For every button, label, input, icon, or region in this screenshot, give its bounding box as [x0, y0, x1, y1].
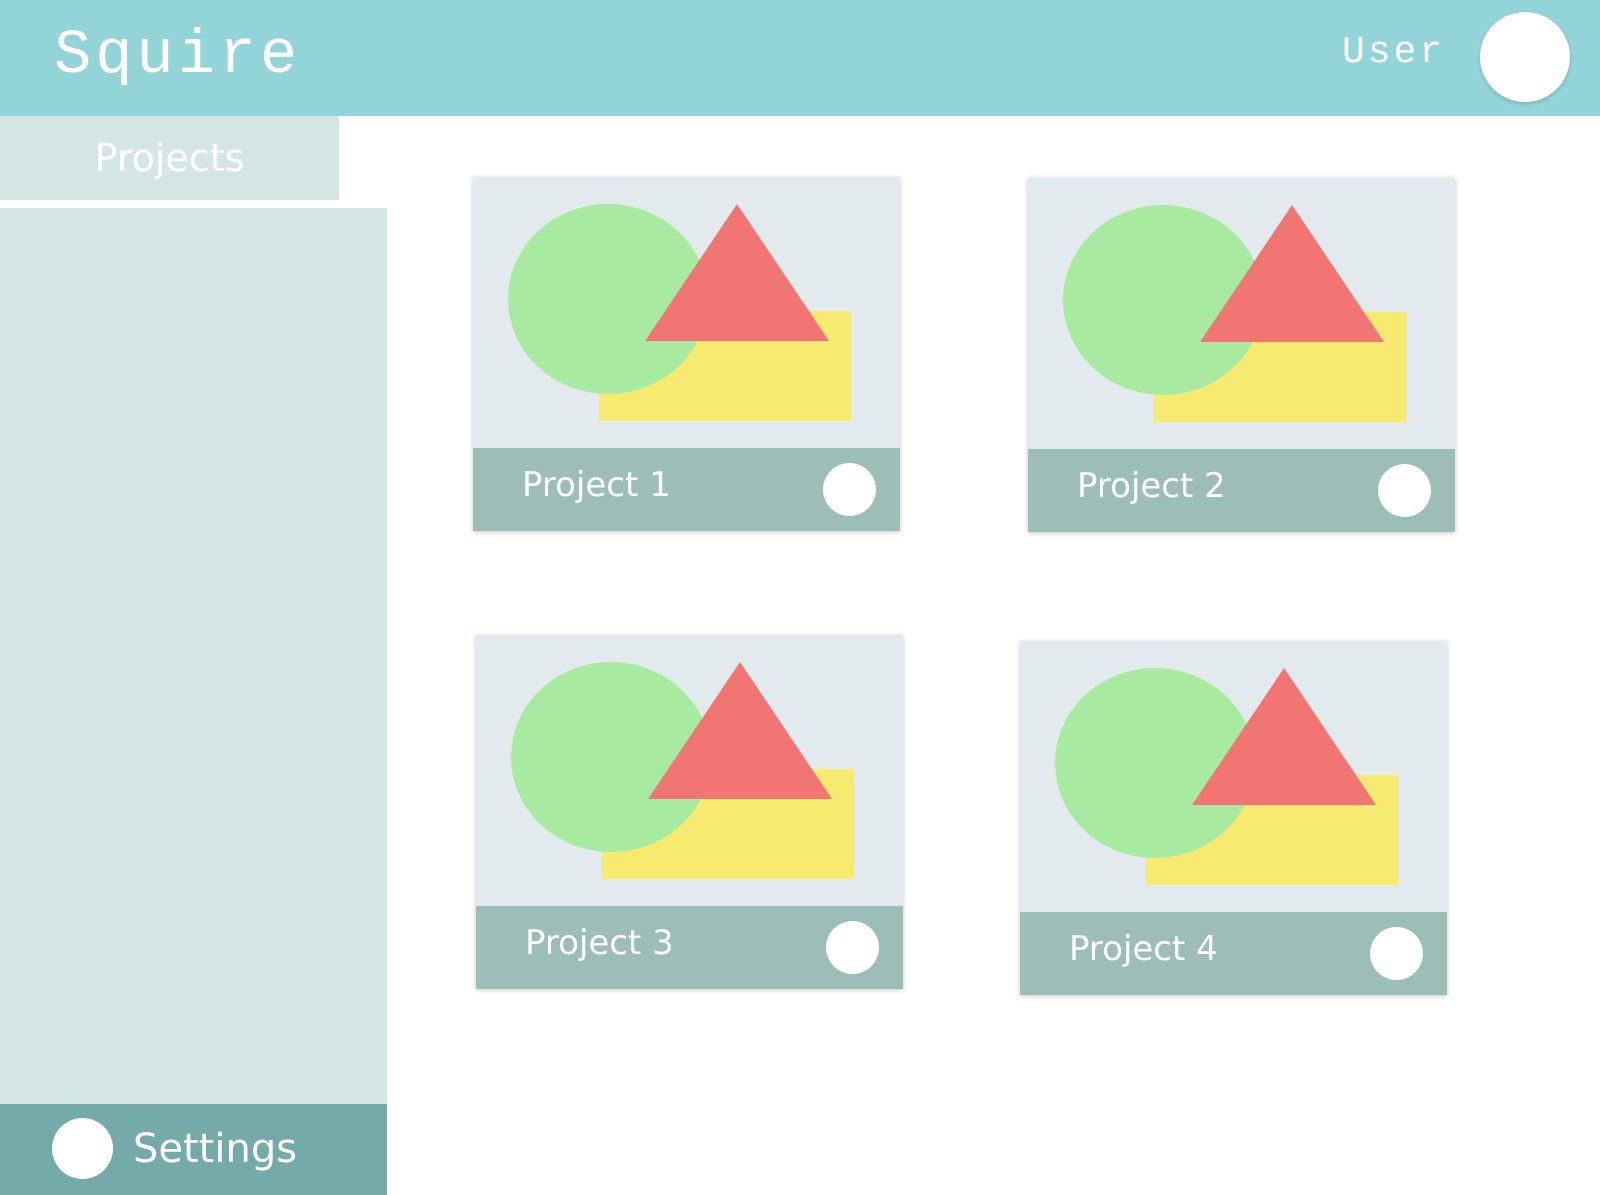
project-card-4[interactable]: Project 4 [1020, 641, 1447, 995]
sidebar-tab-projects[interactable]: Projects [0, 116, 339, 204]
card-menu-icon[interactable] [1370, 927, 1423, 980]
app-header: Squire User [0, 0, 1600, 116]
project-card-label: Project 4 [1069, 929, 1218, 969]
project-card-1[interactable]: Project 1 [473, 177, 900, 531]
project-thumbnail [476, 635, 903, 906]
project-card-label: Project 1 [522, 465, 671, 505]
sidebar-panel [0, 208, 387, 1104]
settings-label: Settings [133, 1126, 298, 1172]
image-placeholder-icon [1055, 668, 1398, 885]
image-placeholder-icon [508, 204, 851, 421]
project-card-label: Project 3 [525, 923, 674, 963]
image-placeholder-icon [511, 662, 854, 879]
settings-button[interactable]: Settings [0, 1104, 387, 1195]
card-menu-icon[interactable] [823, 463, 876, 516]
project-card-label: Project 2 [1077, 466, 1226, 506]
project-card-2[interactable]: Project 2 [1028, 178, 1455, 532]
card-menu-icon[interactable] [826, 921, 879, 974]
user-label[interactable]: User [1342, 30, 1445, 76]
settings-icon [52, 1118, 113, 1179]
user-avatar-icon[interactable] [1480, 12, 1570, 102]
project-card-footer: Project 2 [1028, 449, 1455, 532]
app-title: Squire [54, 20, 302, 91]
card-menu-icon[interactable] [1378, 464, 1431, 517]
project-thumbnail [1020, 641, 1447, 912]
project-card-3[interactable]: Project 3 [476, 635, 903, 989]
project-thumbnail [473, 177, 900, 448]
image-placeholder-icon [1063, 205, 1406, 422]
project-card-footer: Project 4 [1020, 912, 1447, 995]
project-thumbnail [1028, 178, 1455, 449]
project-card-footer: Project 1 [473, 448, 900, 531]
project-card-footer: Project 3 [476, 906, 903, 989]
